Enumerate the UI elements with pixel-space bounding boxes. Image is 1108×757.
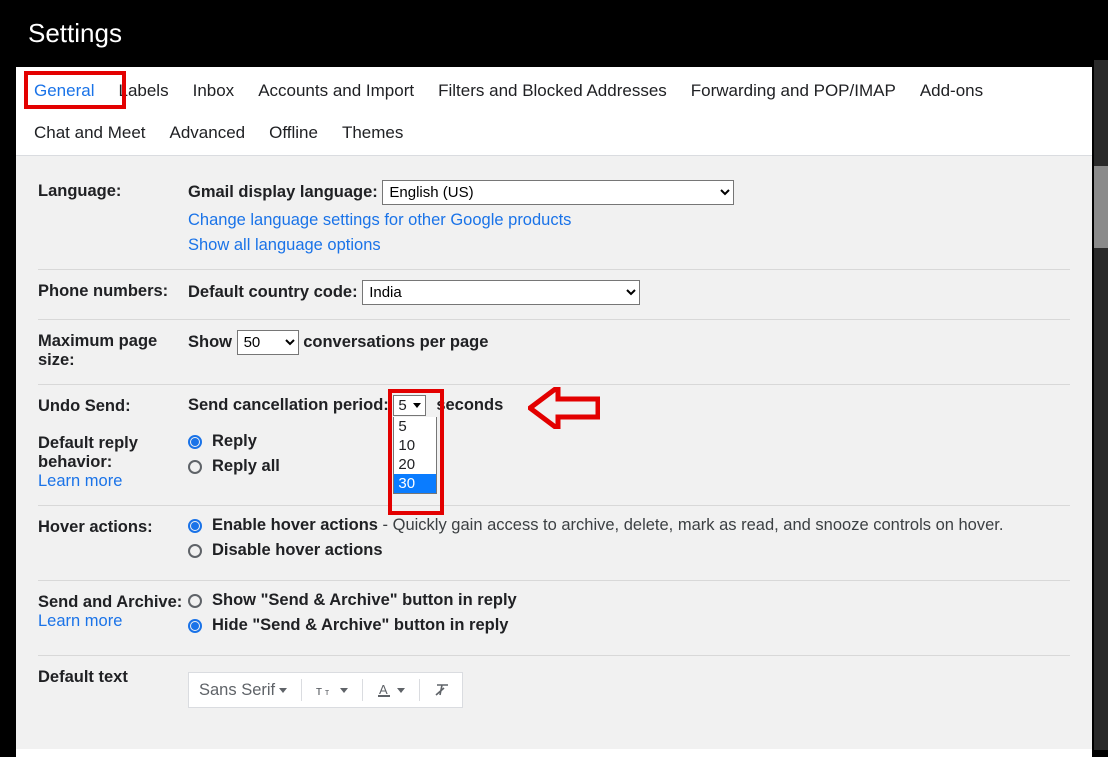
select-country-code[interactable]: India [362,280,640,305]
content-area: General Labels Inbox Accounts and Import… [16,67,1092,757]
annotation-arrow-icon [528,387,600,429]
dropdown-undo-options[interactable]: 5 10 20 30 [393,417,437,494]
label-hide-send-archive: Hide "Send & Archive" button in reply [212,616,508,635]
scrollbar-track[interactable] [1094,60,1108,750]
row-language: Language: Gmail display language: Englis… [38,170,1070,270]
label-undo-send: Undo Send: [38,395,188,416]
label-send-archive: Send and Archive: Learn more [38,591,188,631]
select-display-language[interactable]: English (US) [382,180,734,205]
label-language: Language: [38,180,188,201]
text-format-toolbar: Sans Serif тт A [188,672,463,708]
page-title: Settings [0,0,1108,67]
link-learn-more-sendarchive[interactable]: Learn more [38,612,122,630]
radio-disable-hover[interactable] [188,544,202,558]
label-show-send-archive: Show "Send & Archive" button in reply [212,591,517,610]
tab-labels[interactable]: Labels [118,81,168,101]
undo-option-20[interactable]: 20 [394,455,436,474]
svg-text:т: т [325,687,329,697]
tab-advanced[interactable]: Advanced [170,123,246,143]
tab-chat-meet[interactable]: Chat and Meet [34,123,146,143]
font-picker[interactable]: Sans Serif [199,681,287,700]
label-disable-hover: Disable hover actions [212,541,383,560]
select-pagesize[interactable]: 50 [237,330,299,355]
row-default-reply: Default reply behavior: Learn more Reply… [38,422,1070,506]
label-pagesize: Maximum page size: [38,330,188,370]
scrollbar-thumb[interactable] [1094,166,1108,248]
chevron-down-icon [397,688,405,693]
text-size-button[interactable]: тт [316,682,348,698]
radio-show-send-archive[interactable] [188,594,202,608]
label-send-archive-text: Send and Archive: [38,593,182,611]
tab-offline[interactable]: Offline [269,123,318,143]
tabs-nav: General Labels Inbox Accounts and Import… [16,67,1092,155]
undo-option-5[interactable]: 5 [394,417,436,436]
row-hover: Hover actions: Enable hover actions - Qu… [38,506,1070,581]
radio-reply-all[interactable] [188,460,202,474]
link-change-language[interactable]: Change language settings for other Googl… [188,211,571,229]
select-undo-period[interactable]: 5 [393,395,425,416]
label-reply-all: Reply all [212,457,280,476]
row-default-text: Default text Sans Serif тт A [38,656,1070,714]
tab-forwarding-pop-imap[interactable]: Forwarding and POP/IMAP [691,81,896,101]
tab-addons[interactable]: Add-ons [920,81,983,101]
row-undo-send: Undo Send: Send cancellation period: 5 5… [38,385,1070,422]
desc-enable-hover: - Quickly gain access to archive, delete… [378,516,1004,534]
separator [301,679,302,701]
label-default-text: Default text [38,666,188,687]
separator [419,679,420,701]
tab-accounts-import[interactable]: Accounts and Import [258,81,414,101]
label-conv-per-page: conversations per page [303,333,488,351]
font-name: Sans Serif [199,681,275,700]
link-show-all-languages[interactable]: Show all language options [188,236,381,254]
tab-general[interactable]: General [34,81,94,101]
label-phone: Phone numbers: [38,280,188,301]
link-learn-more-reply[interactable]: Learn more [38,472,122,490]
clear-formatting-button[interactable] [434,682,452,698]
undo-option-30[interactable]: 30 [394,474,436,493]
chevron-down-icon [279,688,287,693]
label-default-reply: Default reply behavior: Learn more [38,432,188,491]
label-hover: Hover actions: [38,516,188,537]
label-enable-hover: Enable hover actions [212,516,378,534]
label-show: Show [188,333,232,351]
tab-inbox[interactable]: Inbox [193,81,235,101]
undo-option-10[interactable]: 10 [394,436,436,455]
tab-filters-blocked[interactable]: Filters and Blocked Addresses [438,81,667,101]
svg-text:т: т [316,683,322,698]
row-send-archive: Send and Archive: Learn more Show "Send … [38,581,1070,656]
label-reply: Reply [212,432,257,451]
label-cancel-period: Send cancellation period: [188,396,389,414]
text-color-button[interactable]: A [377,682,405,698]
label-country-code: Default country code: [188,283,358,301]
radio-reply[interactable] [188,435,202,449]
svg-text:A: A [379,682,388,697]
separator [362,679,363,701]
label-display-language: Gmail display language: [188,183,378,201]
row-phone: Phone numbers: Default country code: Ind… [38,270,1070,320]
tab-themes[interactable]: Themes [342,123,403,143]
radio-hide-send-archive[interactable] [188,619,202,633]
settings-body: Language: Gmail display language: Englis… [16,155,1092,749]
radio-enable-hover[interactable] [188,519,202,533]
label-default-reply-text: Default reply behavior: [38,434,138,471]
label-seconds: seconds [436,396,503,414]
chevron-down-icon [340,688,348,693]
row-pagesize: Maximum page size: Show 50 conversations… [38,320,1070,385]
